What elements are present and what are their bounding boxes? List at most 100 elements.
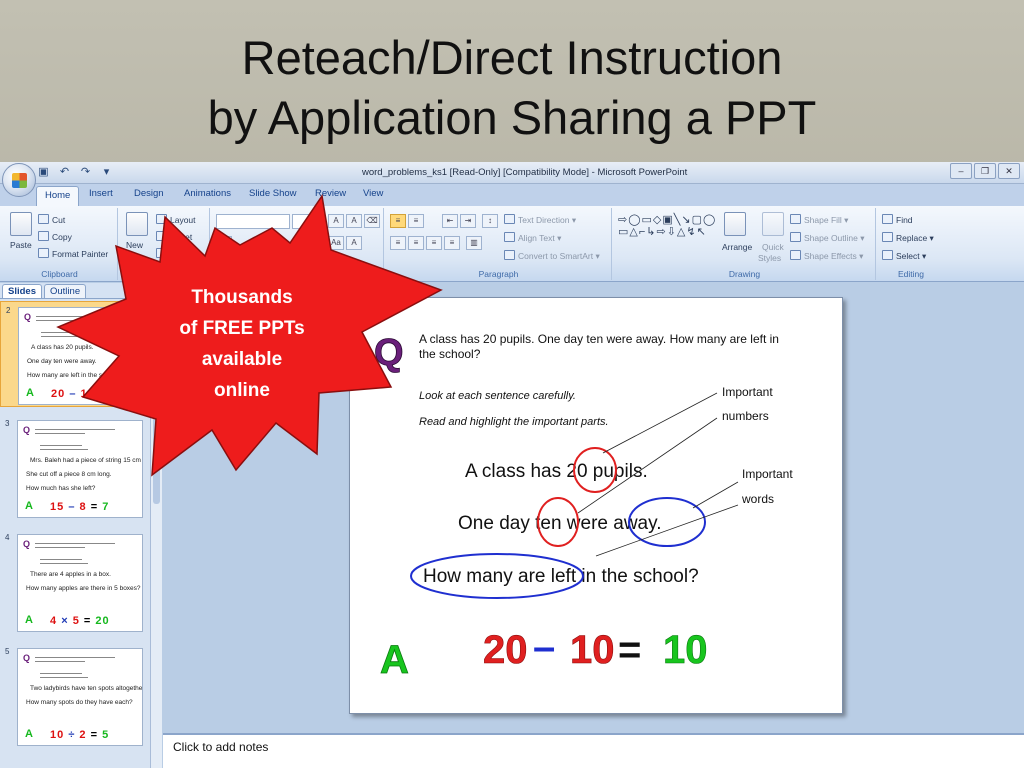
- align-right-button[interactable]: ≡: [426, 236, 442, 250]
- shapes-gallery[interactable]: ⇨◯▭◇▣╲↘▢◯▭△⌐↳⇨⇩△↯↖: [618, 214, 718, 238]
- columns-button[interactable]: ▥: [466, 236, 482, 250]
- thumbnail-instruction-line: [41, 336, 89, 337]
- thumbnail-card: Q Two ladybirds have ten spots altogether…: [17, 648, 143, 746]
- align-text-button[interactable]: Align Text ▾: [504, 232, 561, 244]
- align-center-button[interactable]: ≡: [408, 236, 424, 250]
- thumbnail-eq-operand-1: 20: [51, 388, 66, 400]
- quick-styles-button[interactable]: Quick: [762, 242, 784, 252]
- line-spacing-button[interactable]: ↕: [482, 214, 498, 228]
- change-case-button[interactable]: Aa: [328, 236, 344, 250]
- tab-insert[interactable]: Insert: [89, 188, 113, 199]
- close-button[interactable]: ✕: [998, 163, 1020, 179]
- slide-thumbnail-3[interactable]: 3 Q Mrs. Baleh had a piece of string 15 cm…: [0, 415, 150, 521]
- brush-icon: [38, 248, 49, 258]
- slide-thumbnail-2[interactable]: 2 Q A class has 20 pupils. One day ten were…: [0, 301, 150, 407]
- layout-button[interactable]: Layout: [156, 214, 196, 225]
- reset-button[interactable]: Reset: [156, 231, 192, 242]
- tab-slides[interactable]: Slides: [2, 284, 42, 298]
- quick-styles-button-line2[interactable]: Styles: [758, 253, 781, 263]
- shrink-font-button[interactable]: A: [346, 214, 362, 228]
- tab-review[interactable]: Review: [315, 188, 346, 199]
- text-direction-button[interactable]: Text Direction ▾: [504, 214, 576, 226]
- thumbnail-instruction-line: [40, 445, 82, 446]
- justify-button[interactable]: ≡: [444, 236, 460, 250]
- copy-button[interactable]: Copy: [38, 231, 72, 242]
- ribbon: Paste Cut Copy Format Painter Clipboard …: [0, 206, 1024, 282]
- replace-icon: [882, 232, 893, 242]
- thumbnail-sentence: Two ladybirds have ten spots altogether.: [30, 685, 143, 692]
- align-left-button[interactable]: ≡: [390, 236, 406, 250]
- office-button[interactable]: [2, 163, 36, 197]
- scrollbar-thumb[interactable]: [153, 354, 160, 504]
- thumbnails-scrollbar[interactable]: [150, 299, 162, 768]
- tab-view[interactable]: View: [363, 188, 383, 199]
- minimize-button[interactable]: –: [950, 163, 972, 179]
- font-name-box[interactable]: [216, 214, 290, 229]
- slide-thumbnail-4[interactable]: 4 Q There are 4 apples in a box. How many a…: [0, 529, 150, 635]
- thumbnail-sentence: There are 4 apples in a box.: [30, 571, 111, 578]
- thumbnail-a-letter: A: [25, 500, 33, 512]
- font-color-button[interactable]: A: [346, 236, 362, 250]
- current-slide[interactable]: Q A class has 20 pupils. One day ten wer…: [349, 297, 843, 714]
- replace-button[interactable]: Replace ▾: [882, 232, 934, 244]
- new-slide-button-line2[interactable]: Slide: [126, 252, 145, 262]
- cursor-icon: [882, 250, 893, 260]
- shape-fill-button[interactable]: Shape Fill ▾: [790, 214, 848, 226]
- increase-indent-button[interactable]: ⇥: [460, 214, 476, 228]
- tab-slide-show[interactable]: Slide Show: [249, 188, 297, 199]
- instruction-2: Read and highlight the important parts.: [419, 416, 609, 428]
- find-button[interactable]: Find: [882, 214, 913, 225]
- font-size-box[interactable]: [292, 214, 322, 229]
- thumbnail-sentence: How many are left in the school?: [27, 372, 122, 379]
- grow-font-button[interactable]: A: [328, 214, 344, 228]
- notes-placeholder[interactable]: Click to add notes: [173, 740, 268, 754]
- thumbnail-sentence: How many apples are there in 5 boxes?: [26, 585, 141, 592]
- thumbnail-eq-operator: ÷: [68, 729, 76, 741]
- tab-home[interactable]: Home: [36, 186, 80, 207]
- copy-icon: [38, 231, 49, 241]
- quick-styles-icon: [762, 212, 784, 236]
- numbering-button[interactable]: ≡: [408, 214, 424, 228]
- shape-effects-button[interactable]: Shape Effects ▾: [790, 250, 863, 262]
- thumbnail-eq-operand-2: 8: [79, 501, 87, 513]
- starburst-text: Thousands of FREE PPTs available online: [162, 282, 322, 406]
- format-painter-button[interactable]: Format Painter: [38, 248, 108, 259]
- thumbnail-instruction-line: [40, 449, 88, 450]
- thumbnail-number: 2: [6, 306, 11, 315]
- window-caption: word_problems_ks1 [Read-Only] [Compatibi…: [362, 167, 688, 178]
- delete-button[interactable]: Delete: [156, 248, 195, 259]
- title-line-2: by Application Sharing a PPT: [207, 91, 817, 144]
- restore-button[interactable]: ❐: [974, 163, 996, 179]
- slide-thumbnail-5[interactable]: 5 Q Two ladybirds have ten spots altogethe…: [0, 643, 150, 749]
- decrease-indent-button[interactable]: ⇤: [442, 214, 458, 228]
- answer-a-letter: A: [380, 638, 409, 682]
- shape-outline-button[interactable]: Shape Outline ▾: [790, 232, 865, 244]
- drawing-group: ⇨◯▭◇▣╲↘▢◯▭△⌐↳⇨⇩△↯↖ Arrange Quick Styles …: [614, 208, 876, 280]
- tab-outline[interactable]: Outline: [44, 284, 87, 298]
- tab-design[interactable]: Design: [134, 188, 164, 199]
- new-slide-button[interactable]: New: [126, 240, 143, 250]
- paste-button[interactable]: Paste: [10, 240, 32, 250]
- bold-button[interactable]: B: [216, 236, 232, 250]
- thumbnail-sentence: How much has she left?: [26, 485, 96, 492]
- customize-toolbar-icon[interactable]: ▾: [99, 164, 114, 179]
- bullets-button[interactable]: ≡: [390, 214, 406, 228]
- redo-icon[interactable]: ↷: [78, 164, 93, 179]
- equation-operand-1: 20: [483, 628, 528, 672]
- undo-icon[interactable]: ↶: [57, 164, 72, 179]
- thumbnail-eq-result: 7: [102, 501, 110, 513]
- thumbnail-sentence: Mrs. Baleh had a piece of string 15 cm l…: [30, 457, 142, 464]
- notes-pane[interactable]: Click to add notes: [163, 733, 1024, 768]
- tab-animations[interactable]: Animations: [184, 188, 231, 199]
- clear-format-button[interactable]: ⌫: [364, 214, 380, 228]
- cut-button[interactable]: Cut: [38, 214, 65, 225]
- quick-access-toolbar: ▣ ↶ ↷ ▾: [36, 164, 114, 179]
- starburst-line-3: available: [201, 349, 283, 370]
- save-icon[interactable]: ▣: [36, 164, 51, 179]
- thumbnail-number: 4: [5, 533, 10, 542]
- close-pane-icon[interactable]: ✕: [148, 284, 156, 295]
- arrange-button[interactable]: Arrange: [722, 242, 752, 252]
- convert-smartart-button[interactable]: Convert to SmartArt ▾: [504, 250, 600, 262]
- select-button[interactable]: Select ▾: [882, 250, 926, 262]
- smartart-icon: [504, 250, 515, 260]
